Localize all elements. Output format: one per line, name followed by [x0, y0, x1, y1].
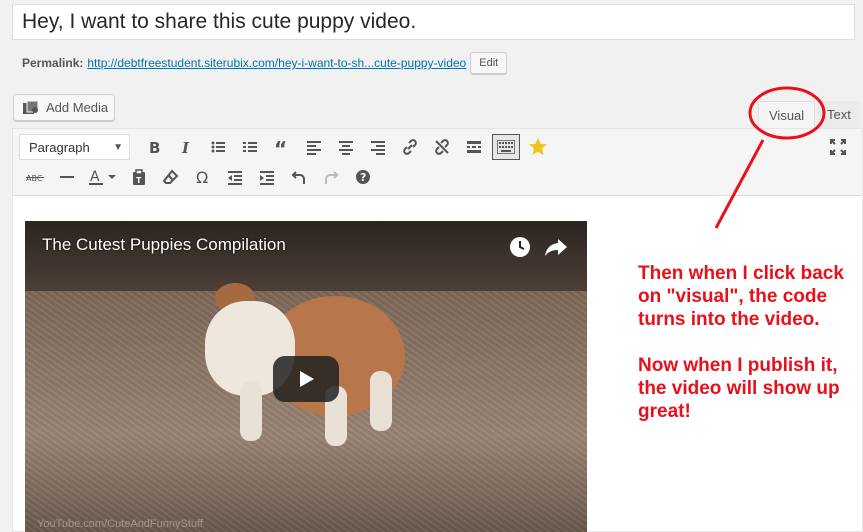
- svg-text:Ω: Ω: [196, 169, 208, 185]
- puppy-leg: [370, 371, 392, 431]
- indent-button[interactable]: [251, 163, 283, 191]
- svg-text:T: T: [136, 176, 142, 185]
- eraser-icon: [163, 169, 179, 184]
- align-right-icon: [371, 141, 385, 155]
- omega-icon: Ω: [196, 169, 208, 185]
- annotation-text: Then when I click back on "visual", the …: [638, 263, 844, 422]
- indent-icon: [260, 171, 274, 185]
- bold-button[interactable]: B: [138, 133, 170, 161]
- outdent-icon: [228, 171, 242, 185]
- permalink-label: Permalink:: [22, 56, 84, 70]
- italic-button[interactable]: I: [170, 133, 202, 161]
- toolbar-toggle-button[interactable]: [492, 134, 520, 160]
- align-right-button[interactable]: [362, 133, 394, 161]
- align-center-button[interactable]: [330, 133, 362, 161]
- strikethrough-button[interactable]: ABC: [19, 163, 51, 191]
- strikethrough-icon: ABC: [26, 174, 44, 183]
- undo-icon: [291, 171, 305, 184]
- redo-button[interactable]: [315, 163, 347, 191]
- keyboard-icon: [497, 140, 515, 154]
- play-button[interactable]: [273, 356, 339, 402]
- paste-text-button[interactable]: T: [123, 163, 155, 191]
- star-icon: [529, 138, 547, 155]
- undo-button[interactable]: [283, 163, 315, 191]
- embedded-video[interactable]: The Cutest Puppies Compilation YouTube.c…: [25, 221, 587, 532]
- format-select-value: Paragraph: [29, 139, 90, 155]
- distraction-free-button[interactable]: [822, 133, 854, 161]
- link-icon: [403, 139, 417, 155]
- numbered-list-icon: [243, 142, 257, 152]
- text-color-button[interactable]: A: [83, 163, 123, 191]
- tab-text[interactable]: Text: [817, 101, 861, 129]
- favorite-star-button[interactable]: [522, 133, 554, 161]
- bullet-list-icon: [211, 141, 225, 153]
- svg-text:A: A: [90, 169, 100, 185]
- horizontal-line-button[interactable]: [51, 163, 83, 191]
- clipboard-icon: T: [133, 169, 145, 185]
- media-icon: [23, 100, 39, 114]
- video-watermark: YouTube.com/CuteAndFunnyStuff: [37, 518, 203, 530]
- svg-text:?: ?: [360, 171, 366, 184]
- clear-formatting-button[interactable]: [155, 163, 187, 191]
- bullet-list-button[interactable]: [202, 133, 234, 161]
- blockquote-button[interactable]: “: [266, 133, 298, 161]
- permalink-edit-button[interactable]: Edit: [470, 52, 508, 74]
- remove-link-button[interactable]: [426, 133, 458, 161]
- svg-text:I: I: [181, 139, 190, 155]
- svg-text:B: B: [149, 139, 160, 155]
- insert-link-button[interactable]: [394, 133, 426, 161]
- special-character-button[interactable]: Ω: [187, 163, 219, 191]
- format-select[interactable]: Paragraph ▼: [19, 134, 130, 160]
- quote-icon: “: [274, 139, 287, 155]
- toolbar-row-2: ABC A T Ω ?: [19, 162, 379, 192]
- read-more-button[interactable]: [458, 133, 490, 161]
- numbered-list-button[interactable]: [234, 133, 266, 161]
- align-center-icon: [339, 141, 353, 155]
- add-media-button[interactable]: Add Media: [13, 94, 115, 121]
- permalink-link[interactable]: http://debtfreestudent.siterubix.com/hey…: [87, 56, 466, 70]
- add-media-label: Add Media: [46, 100, 109, 115]
- permalink-slug: hey-i-want-to-sh...cute-puppy-video: [278, 56, 467, 70]
- puppy-leg: [240, 381, 262, 441]
- read-more-icon: [467, 141, 481, 153]
- keyboard-shortcuts-button[interactable]: ?: [347, 163, 379, 191]
- align-left-button[interactable]: [298, 133, 330, 161]
- outdent-button[interactable]: [219, 163, 251, 191]
- tab-visual[interactable]: Visual: [758, 101, 816, 129]
- permalink-base: http://debtfreestudent.siterubix.com/: [87, 56, 279, 70]
- italic-icon: I: [181, 139, 190, 155]
- svg-text:“: “: [274, 139, 287, 155]
- permalink-row: Permalink: http://debtfreestudent.siteru…: [22, 52, 508, 74]
- share-icon[interactable]: [543, 235, 569, 259]
- editor-content[interactable]: The Cutest Puppies Compilation YouTube.c…: [25, 221, 587, 532]
- video-frame-wall: [25, 221, 587, 291]
- bold-icon: B: [149, 139, 160, 155]
- align-left-icon: [307, 141, 321, 155]
- play-icon: [300, 371, 314, 387]
- help-icon: ?: [356, 170, 370, 184]
- horizontal-line-icon: [60, 176, 74, 178]
- editor-toolbar: Paragraph ▼ B I “ ABC A T Ω ?: [13, 129, 862, 196]
- video-title[interactable]: The Cutest Puppies Compilation: [42, 235, 286, 255]
- chevron-down-icon: ▼: [113, 141, 123, 153]
- unlink-icon: [435, 139, 449, 155]
- redo-icon: [325, 171, 339, 184]
- watch-later-icon[interactable]: [508, 235, 532, 259]
- text-color-icon: A: [89, 169, 116, 185]
- fullscreen-icon: [830, 139, 846, 155]
- toolbar-row-1: Paragraph ▼ B I “: [19, 132, 554, 162]
- svg-text:ABC: ABC: [26, 174, 43, 183]
- post-title-input[interactable]: [12, 4, 855, 40]
